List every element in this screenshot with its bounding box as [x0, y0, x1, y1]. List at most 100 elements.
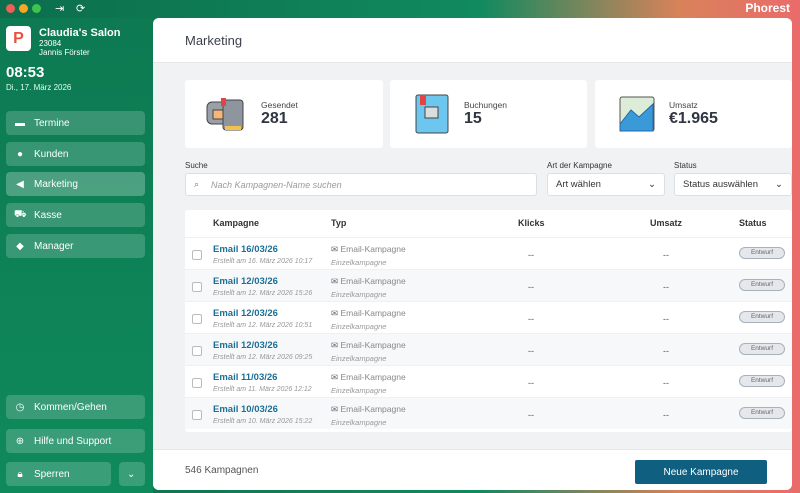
- clicks-value: --: [528, 314, 534, 324]
- close-window-button[interactable]: [6, 4, 15, 13]
- table-row[interactable]: Email 16/03/26 Erstellt am 16. März 2026…: [185, 237, 792, 269]
- chevron-down-icon: ⌄: [648, 179, 656, 190]
- lock-button[interactable]: 🔒︎ Sperren: [6, 462, 111, 486]
- button-label: Hilfe und Support: [34, 435, 112, 447]
- clicks-value: --: [528, 346, 534, 356]
- stat-label: Gesendet: [261, 100, 298, 110]
- row-checkbox[interactable]: [192, 410, 202, 420]
- maximize-window-button[interactable]: [32, 4, 41, 13]
- sidebar-item-manager[interactable]: ◆ Manager: [6, 234, 145, 258]
- sidebar-item-label: Termine: [34, 117, 70, 129]
- cart-icon: ⛟: [14, 208, 27, 220]
- campaign-name-link[interactable]: Email 12/03/26: [213, 340, 278, 351]
- campaign-type: Email-Kampagne: [340, 276, 406, 286]
- campaign-type: Email-Kampagne: [340, 244, 406, 254]
- exit-icon[interactable]: ⇥: [55, 2, 64, 15]
- row-checkbox[interactable]: [192, 378, 202, 388]
- clicks-value: --: [528, 250, 534, 260]
- created-date: Erstellt am 12. März 2026 09:25: [213, 354, 313, 361]
- mailbox-icon: [206, 98, 244, 131]
- status-badge: Entwurf: [739, 343, 785, 355]
- sidebar-item-label: Manager: [34, 240, 74, 252]
- campaign-type: Email-Kampagne: [340, 372, 406, 382]
- row-checkbox[interactable]: [192, 250, 202, 260]
- table-row[interactable]: Email 12/03/26 Erstellt am 12. März 2026…: [185, 333, 792, 365]
- salon-logo: P: [6, 26, 31, 51]
- refresh-icon[interactable]: ⟳: [76, 2, 85, 15]
- revenue-value: --: [663, 410, 669, 420]
- status-select-value: Status auswählen: [683, 179, 758, 190]
- stat-value: €1.965: [669, 110, 718, 127]
- user-name: Jannis Förster: [39, 48, 90, 57]
- type-filter-label: Art der Kampagne: [547, 161, 612, 170]
- button-label: Kommen/Gehen: [34, 401, 107, 413]
- campaign-name-link[interactable]: Email 16/03/26: [213, 244, 278, 255]
- row-checkbox[interactable]: [192, 282, 202, 292]
- sidebar-item-marketing[interactable]: ◀ Marketing: [6, 172, 145, 196]
- created-date: Erstellt am 12. März 2026 15:26: [213, 290, 313, 297]
- revenue-value: --: [663, 314, 669, 324]
- lifebuoy-icon: ⊕: [15, 435, 25, 447]
- search-input[interactable]: ⌕ Nach Kampagnen-Name suchen: [185, 173, 537, 196]
- chart-icon: [619, 96, 655, 132]
- sidebar-item-label: Kasse: [34, 209, 62, 221]
- new-campaign-button[interactable]: Neue Kampagne: [635, 460, 767, 484]
- stat-card-sent: Gesendet 281: [185, 80, 383, 148]
- lock-icon: 🔒︎: [17, 468, 23, 480]
- campaign-subtype: Einzelkampagne: [331, 322, 387, 331]
- campaign-type: Email-Kampagne: [340, 404, 406, 414]
- revenue-value: --: [663, 282, 669, 292]
- campaign-type: Email-Kampagne: [340, 308, 406, 318]
- book-icon: [415, 94, 449, 134]
- status-badge: Entwurf: [739, 279, 785, 291]
- table-row[interactable]: Email 12/03/26 Erstellt am 12. März 2026…: [185, 269, 792, 301]
- sidebar-item-kunden[interactable]: ● Kunden: [6, 142, 145, 166]
- column-header: Klicks: [518, 218, 545, 228]
- status-select[interactable]: Status auswählen ⌄: [674, 173, 792, 196]
- minimize-window-button[interactable]: [19, 4, 28, 13]
- clicks-value: --: [528, 410, 534, 420]
- campaign-subtype: Einzelkampagne: [331, 418, 387, 427]
- revenue-value: --: [663, 346, 669, 356]
- created-date: Erstellt am 12. März 2026 10:51: [213, 322, 313, 329]
- column-header: Status: [739, 218, 767, 228]
- status-filter-label: Status: [674, 161, 697, 170]
- campaign-name-link[interactable]: Email 12/03/26: [213, 276, 278, 287]
- campaign-subtype: Einzelkampagne: [331, 258, 387, 267]
- search-icon: ⌕: [194, 179, 200, 189]
- type-select-value: Art wählen: [556, 179, 601, 190]
- title-bar: ⇥ ⟳ Phorest: [0, 0, 800, 18]
- sidebar-item-termine[interactable]: ▬ Termine: [6, 111, 145, 135]
- chevron-down-icon: ⌄: [775, 179, 783, 190]
- table-row[interactable]: Email 10/03/26 Erstellt am 10. März 2026…: [185, 397, 792, 429]
- stat-label: Umsatz: [669, 100, 698, 110]
- column-header: Kampagne: [213, 218, 260, 228]
- type-select[interactable]: Art wählen ⌄: [547, 173, 665, 196]
- page-title: Marketing: [153, 18, 792, 63]
- table-row[interactable]: Email 12/03/26 Erstellt am 12. März 2026…: [185, 301, 792, 333]
- stat-value: 281: [261, 110, 288, 127]
- campaign-subtype: Einzelkampagne: [331, 354, 387, 363]
- footer: 546 Kampagnen Neue Kampagne: [153, 449, 792, 490]
- stat-card-revenue: Umsatz €1.965: [595, 80, 792, 148]
- row-checkbox[interactable]: [192, 314, 202, 324]
- revenue-value: --: [663, 378, 669, 388]
- salon-id: 23084: [39, 39, 62, 48]
- help-support-button[interactable]: ⊕ Hilfe und Support: [6, 429, 145, 453]
- salon-info: Claudia's Salon 23084 Jannis Förster: [39, 27, 120, 57]
- stat-value: 15: [464, 110, 482, 127]
- table-row[interactable]: Email 11/03/26 Erstellt am 11. März 2026…: [185, 365, 792, 397]
- campaign-name-link[interactable]: Email 11/03/26: [213, 372, 277, 383]
- lock-options-button[interactable]: ⌄: [119, 462, 145, 486]
- campaign-table: Kampagne Typ Klicks Umsatz Status Email …: [185, 210, 792, 432]
- column-header: Typ: [331, 218, 347, 228]
- calendar-icon: ▬: [15, 117, 25, 129]
- row-checkbox[interactable]: [192, 346, 202, 356]
- status-badge: Entwurf: [739, 375, 785, 387]
- chevron-down-icon: ⌄: [127, 468, 136, 480]
- campaign-name-link[interactable]: Email 12/03/26: [213, 308, 278, 319]
- campaign-name-link[interactable]: Email 10/03/26: [213, 404, 278, 415]
- status-badge: Entwurf: [739, 311, 785, 323]
- sidebar-item-kasse[interactable]: ⛟ Kasse: [6, 203, 145, 227]
- clock-in-out-button[interactable]: ◷ Kommen/Gehen: [6, 395, 145, 419]
